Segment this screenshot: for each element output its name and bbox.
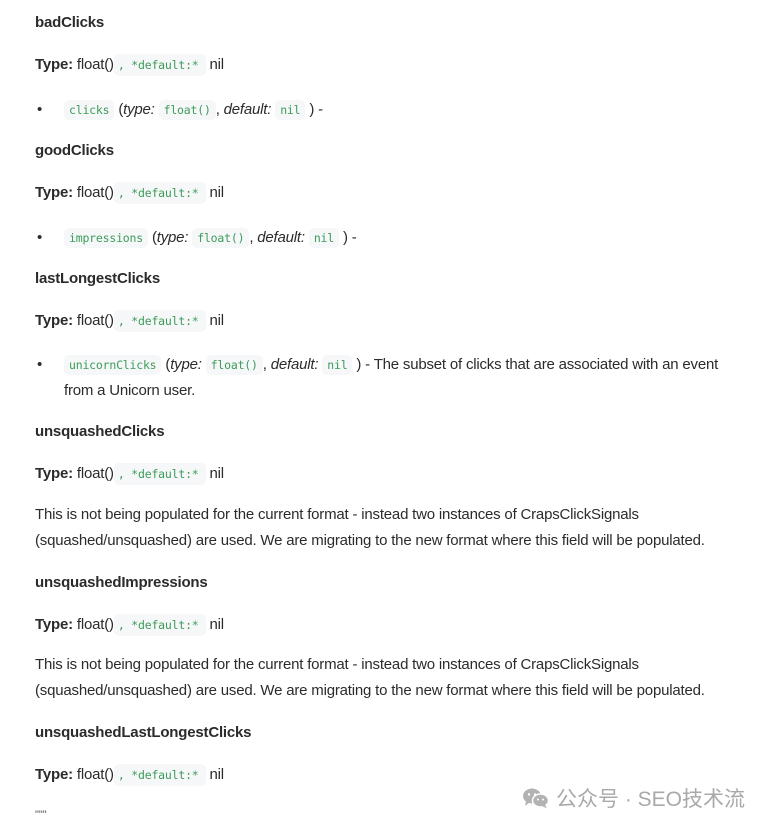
- close-paren: ) -: [342, 229, 357, 246]
- field-name-goodclicks: goodClicks: [35, 142, 114, 159]
- param-type-label: type:: [170, 356, 202, 373]
- param-default-code: nil: [308, 228, 339, 248]
- watermark: 公众号 · SEO技术流: [522, 783, 745, 813]
- default-code: , *default:*: [113, 182, 206, 204]
- param-default-code: nil: [322, 355, 353, 375]
- field-name-badclicks: badClicks: [35, 14, 105, 31]
- default-value: nil: [209, 56, 224, 73]
- field-name-unsquashedimpressions: unsquashedImpressions: [35, 574, 208, 591]
- bullet-icon: •: [37, 356, 43, 373]
- type-value: float(): [76, 312, 114, 329]
- default-code: , *default:*: [113, 614, 206, 636]
- field-name-unsquashedclicks: unsquashedClicks: [35, 423, 165, 440]
- default-code: , *default:*: [113, 54, 206, 76]
- type-label: Type:: [35, 465, 73, 482]
- type-line-lastlongestclicks: Type: float(), *default:* nil: [35, 310, 224, 332]
- default-value: nil: [209, 465, 224, 482]
- param-code: unicornClicks: [64, 355, 162, 375]
- default-value: nil: [209, 616, 224, 633]
- default-code: , *default:*: [113, 310, 206, 332]
- default-value: nil: [209, 312, 224, 329]
- list-item-clicks: • clicks (type: float(), default: nil ) …: [35, 100, 323, 120]
- type-line-unsquashedimpressions: Type: float(), *default:* nil: [35, 614, 224, 636]
- type-label: Type:: [35, 56, 73, 73]
- bullet-icon: •: [37, 229, 43, 246]
- list-item-impressions: • impressions (type: float(), default: n…: [35, 228, 357, 248]
- param-code: clicks: [64, 100, 115, 120]
- param-default-label: default:: [270, 356, 319, 373]
- list-item-unicornclicks: • unicornClicks (type: float(), default:…: [35, 352, 735, 404]
- type-value: float(): [76, 56, 114, 73]
- close-paren: ) -: [309, 101, 323, 118]
- param-code: impressions: [64, 228, 148, 248]
- param-type-code: float(): [192, 228, 250, 248]
- param-default-label: default:: [223, 101, 272, 118]
- watermark-text: 公众号 · SEO技术流: [556, 788, 746, 811]
- param-default-code: nil: [275, 100, 306, 120]
- wechat-icon: [522, 787, 550, 809]
- separator: ,: [249, 229, 254, 246]
- field-name-lastlongestclicks: lastLongestClicks: [35, 270, 160, 287]
- separator: ,: [262, 356, 267, 373]
- type-value: float(): [76, 766, 114, 783]
- type-line-badclicks: Type: float(), *default:* nil: [35, 54, 224, 76]
- type-value: float(): [76, 616, 114, 633]
- param-type-code: float(): [158, 100, 216, 120]
- default-code: , *default:*: [113, 764, 206, 786]
- type-line-goodclicks: Type: float(), *default:* nil: [35, 182, 224, 204]
- param-default-label: default:: [257, 229, 305, 246]
- type-value: float(): [76, 465, 114, 482]
- field-name-unsquashedlastlongestclicks: unsquashedLastLongestClicks: [35, 724, 252, 741]
- closing-quotes: """: [35, 809, 47, 821]
- description-unsquashedimpressions: This is not being populated for the curr…: [35, 656, 705, 699]
- default-value: nil: [209, 184, 224, 201]
- type-line-unsquashedclicks: Type: float(), *default:* nil: [35, 463, 224, 485]
- description-unsquashedclicks: This is not being populated for the curr…: [35, 506, 705, 549]
- type-line-unsquashedlastlongestclicks: Type: float(), *default:* nil: [35, 764, 224, 786]
- type-label: Type:: [35, 184, 73, 201]
- separator: ,: [215, 101, 220, 118]
- type-value: float(): [76, 184, 114, 201]
- param-description: The subset of clicks that are associated…: [64, 356, 719, 399]
- type-label: Type:: [35, 616, 73, 633]
- default-value: nil: [209, 766, 224, 783]
- param-type-label: type:: [123, 101, 155, 118]
- type-label: Type:: [35, 312, 73, 329]
- param-type-label: type:: [156, 229, 189, 246]
- bullet-icon: •: [37, 101, 43, 118]
- close-paren: ) -: [356, 356, 370, 373]
- type-label: Type:: [35, 766, 73, 783]
- param-type-code: float(): [205, 355, 263, 375]
- default-code: , *default:*: [113, 463, 206, 485]
